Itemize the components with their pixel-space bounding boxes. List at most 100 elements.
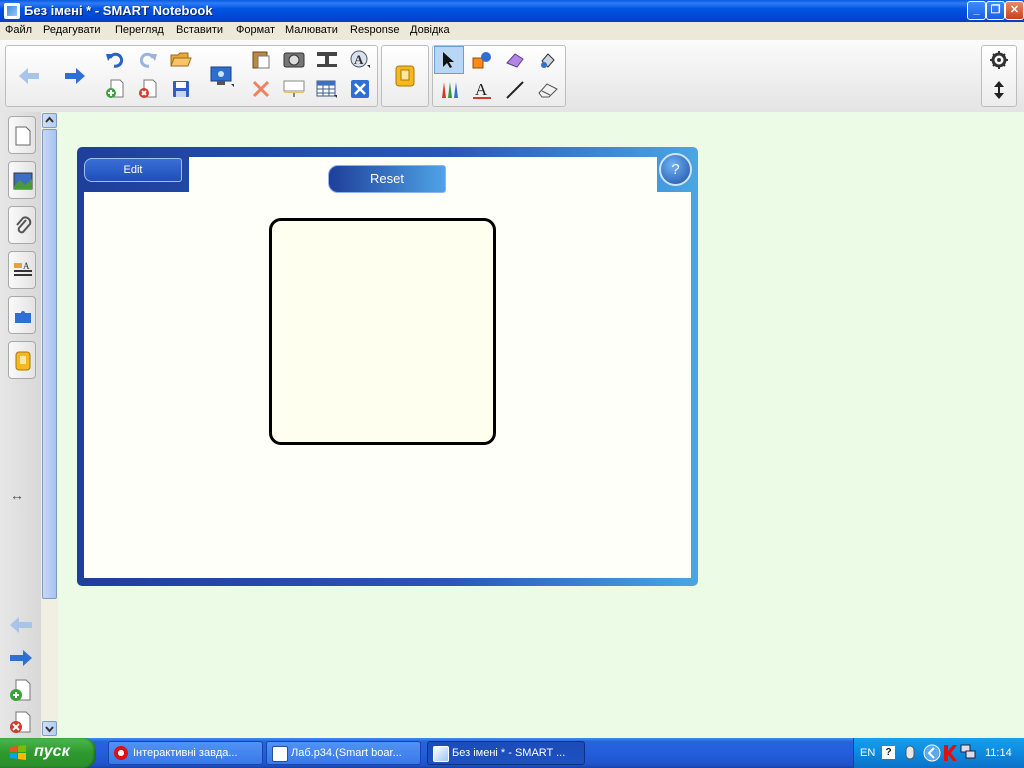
text-icon: A <box>473 80 491 99</box>
title-bar[interactable]: Без імені * - SMART Notebook _ ❐ ✕ <box>0 0 1024 22</box>
fullscreen-icon <box>351 80 369 98</box>
start-button[interactable]: пуск <box>0 738 96 768</box>
menu-format[interactable]: Формат <box>236 24 275 36</box>
taskbar-item-word[interactable]: Лаб.р34.(Smart boar... <box>266 741 421 765</box>
language-indicator[interactable]: EN <box>860 747 875 759</box>
magic-pen-icon <box>506 53 524 68</box>
redo-button[interactable] <box>133 45 163 73</box>
add-page-button[interactable] <box>100 75 130 103</box>
close-button[interactable]: ✕ <box>1005 1 1024 20</box>
taskbar-item-notebook[interactable]: Без імені * - SMART ... <box>427 741 585 765</box>
scroll-down-button[interactable] <box>42 721 57 736</box>
drop-zone-box[interactable] <box>269 218 496 445</box>
response-button[interactable] <box>388 60 422 92</box>
delete-page-button[interactable] <box>133 75 163 103</box>
move-toolbar-icon <box>994 81 1004 99</box>
undo-button[interactable] <box>100 45 130 73</box>
page-sorter-tab[interactable] <box>8 116 36 154</box>
previous-page-icon[interactable] <box>8 616 34 634</box>
close-icon: ✕ <box>1009 4 1020 16</box>
table-button[interactable] <box>312 75 342 103</box>
menu-view[interactable]: Перегляд <box>115 24 164 36</box>
opera-icon <box>114 746 128 760</box>
edit-button[interactable]: Edit <box>84 158 182 182</box>
fonts-button[interactable]: A <box>345 45 375 73</box>
fonts-icon: A <box>350 50 370 68</box>
help-button[interactable]: ? <box>659 153 692 186</box>
delete-page-icon <box>139 79 157 98</box>
add-page-side-icon[interactable] <box>8 678 32 702</box>
gallery-tab[interactable] <box>8 161 36 199</box>
antivirus-icon[interactable] <box>942 744 958 762</box>
delete-page-side-icon[interactable] <box>8 710 32 734</box>
start-label: пуск <box>34 743 70 760</box>
attachments-tab[interactable] <box>8 206 36 244</box>
help-tray-icon[interactable]: ? <box>882 746 895 759</box>
addons-tab[interactable] <box>8 296 36 334</box>
menu-bar: Файл Редагувати Перегляд Вставити Формат… <box>0 22 1024 40</box>
system-tray: EN ? 11:14 <box>853 738 1024 768</box>
response-tab[interactable] <box>8 341 36 379</box>
gallery-icon <box>13 172 33 190</box>
minimize-button[interactable]: _ <box>967 1 986 20</box>
fullscreen-button[interactable] <box>345 75 375 103</box>
menu-draw[interactable]: Малювати <box>285 24 338 36</box>
eraser-tool-button[interactable] <box>533 76 563 104</box>
screen-shade-button[interactable] <box>204 60 240 92</box>
show-hidden-icons-icon[interactable] <box>923 744 941 762</box>
svg-text:A: A <box>354 52 364 67</box>
properties-tab[interactable]: A <box>8 251 36 289</box>
select-icon <box>443 52 454 68</box>
back-arrow-icon <box>19 68 39 84</box>
back-button[interactable] <box>13 60 45 92</box>
undo-icon <box>106 52 124 68</box>
svg-text:A: A <box>23 262 30 271</box>
paste-icon <box>252 51 270 69</box>
screen-shade-icon <box>210 66 234 87</box>
screen-display-button[interactable] <box>279 75 309 103</box>
smart-notebook-app-icon[interactable] <box>4 3 20 19</box>
scroll-thumb[interactable] <box>42 129 57 599</box>
menu-insert[interactable]: Вставити <box>176 24 223 36</box>
taskbar-item-label: Лаб.р34.(Smart boar... <box>291 747 402 759</box>
word-icon <box>272 746 288 762</box>
clock: 11:14 <box>985 747 1012 759</box>
scroll-up-button[interactable] <box>42 113 57 128</box>
svg-text:A: A <box>475 80 488 99</box>
save-button[interactable] <box>166 75 196 103</box>
screen-capture-button[interactable] <box>279 45 309 73</box>
menu-edit[interactable]: Редагувати <box>43 24 101 36</box>
insert-text-tool-button[interactable] <box>312 45 342 73</box>
next-page-icon[interactable] <box>8 649 34 667</box>
pens-tool-button[interactable] <box>434 76 464 104</box>
fill-tool-button[interactable] <box>533 46 563 74</box>
move-toolbar-button[interactable] <box>984 76 1014 104</box>
resize-sidebar-icon[interactable]: ↔ <box>10 487 24 503</box>
customize-toolbar-button[interactable] <box>984 46 1014 74</box>
shapes-tool-button[interactable] <box>467 46 497 74</box>
reset-button[interactable]: Reset <box>328 165 446 193</box>
paste-button[interactable] <box>246 45 276 73</box>
mouse-tray-icon[interactable] <box>904 744 916 762</box>
taskbar-item-opera[interactable]: Інтерактивні завда... <box>108 741 263 765</box>
response-tab-icon <box>15 351 31 371</box>
network-icon[interactable] <box>960 744 976 760</box>
magic-pen-button[interactable] <box>500 46 530 74</box>
menu-response[interactable]: Response <box>350 24 400 36</box>
restore-button[interactable]: ❐ <box>986 1 1005 20</box>
chevron-up-icon <box>45 116 54 123</box>
line-tool-button[interactable] <box>500 76 530 104</box>
table-icon <box>316 80 337 98</box>
response-icon <box>395 65 415 87</box>
menu-file[interactable]: Файл <box>5 24 32 36</box>
vertical-scrollbar[interactable] <box>41 112 58 738</box>
menu-help[interactable]: Довідка <box>410 24 450 36</box>
settings-icon <box>990 51 1008 69</box>
taskbar: пуск Інтерактивні завда... Лаб.р34.(Smar… <box>0 738 1024 768</box>
line-icon <box>506 81 524 99</box>
text-tool-button[interactable]: A <box>467 76 497 104</box>
forward-button[interactable] <box>59 60 91 92</box>
select-tool-button[interactable] <box>434 46 464 74</box>
open-button[interactable] <box>166 45 196 73</box>
delete-button[interactable] <box>246 75 276 103</box>
